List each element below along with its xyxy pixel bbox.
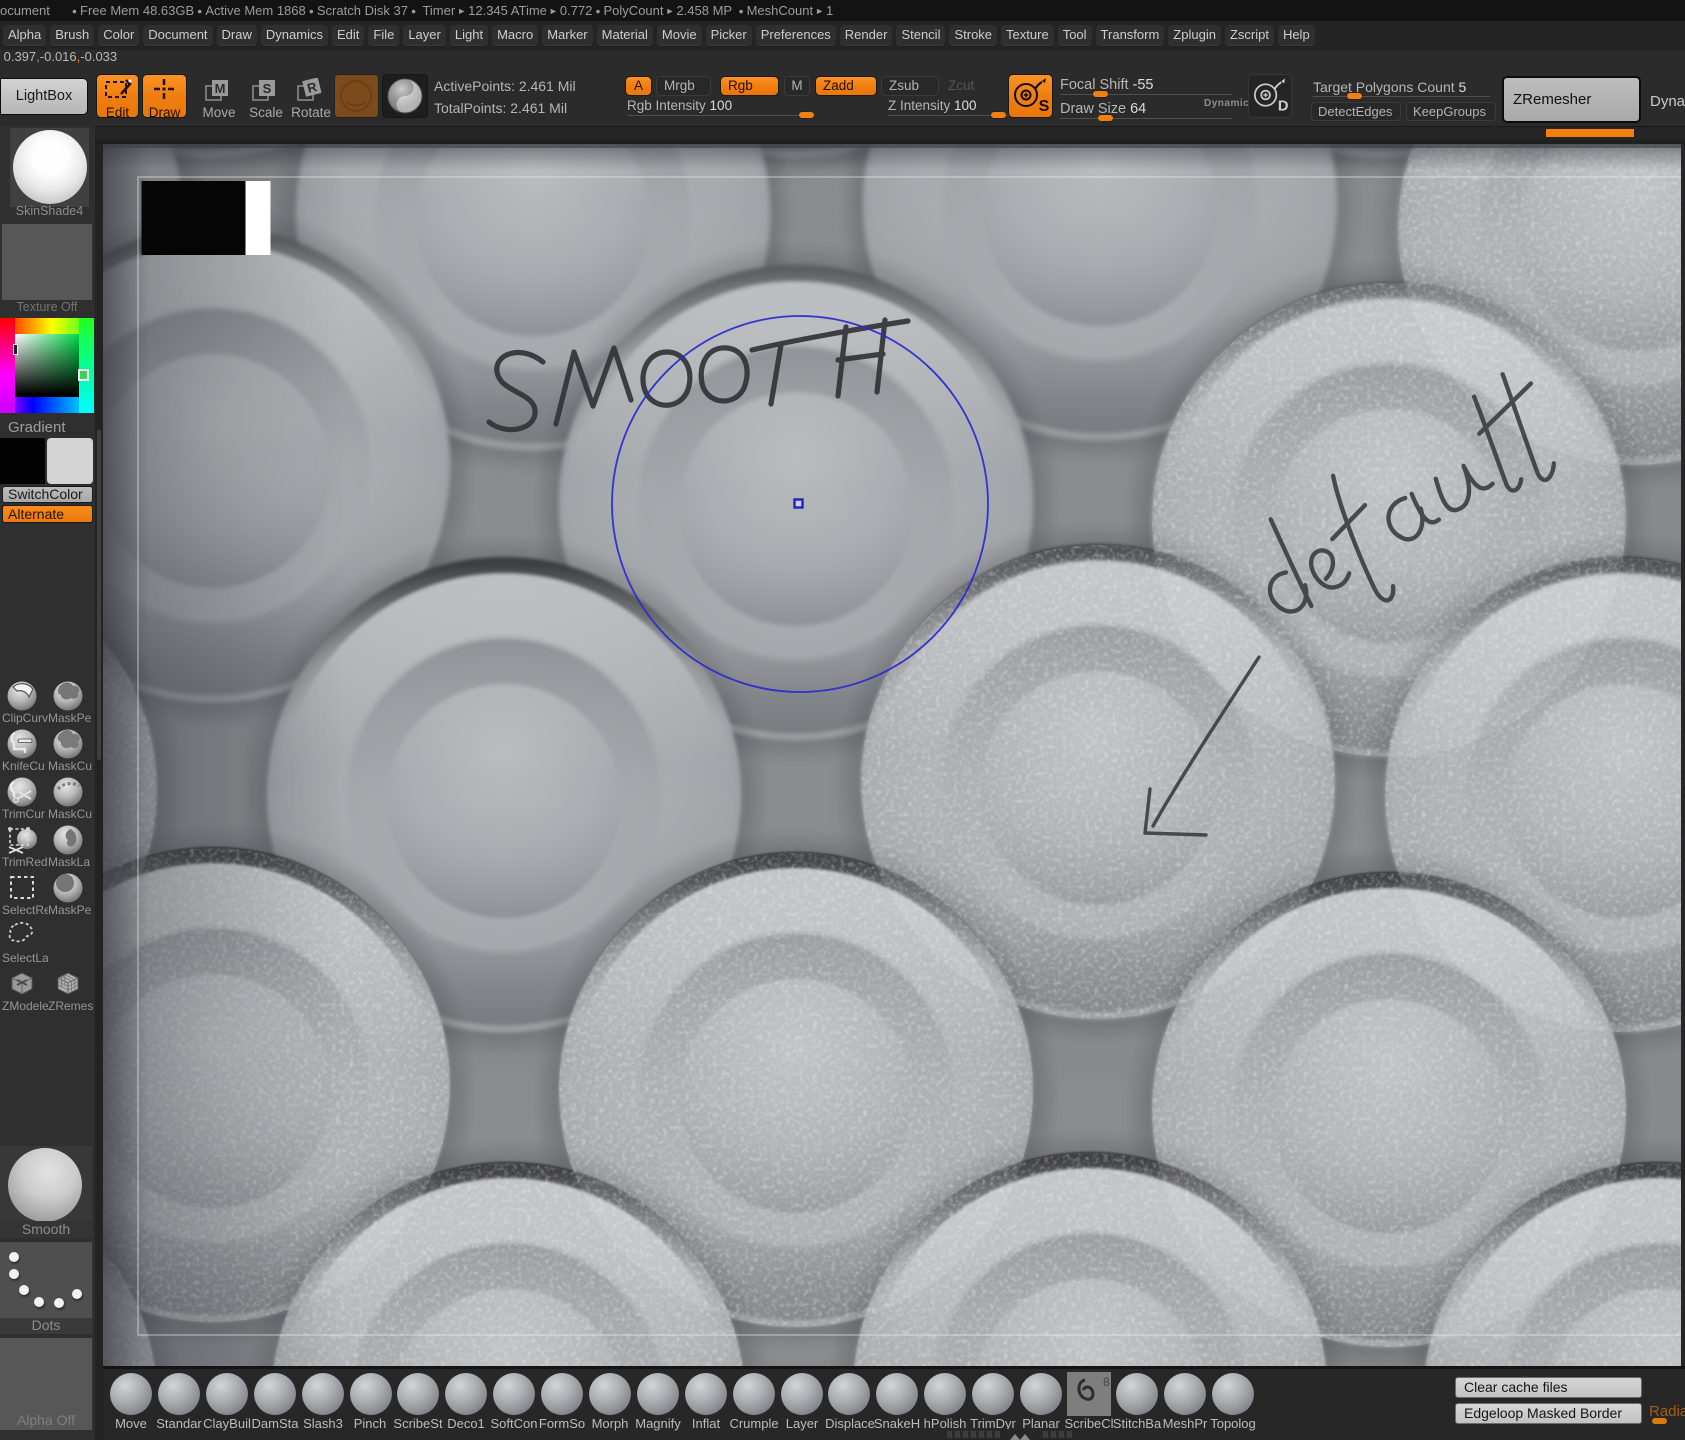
svg-text:M: M — [215, 81, 226, 96]
svg-text:8: 8 — [1103, 1375, 1110, 1389]
svg-text:S: S — [263, 81, 272, 96]
svg-text:S: S — [1039, 98, 1050, 115]
svg-text:D: D — [1278, 99, 1289, 115]
